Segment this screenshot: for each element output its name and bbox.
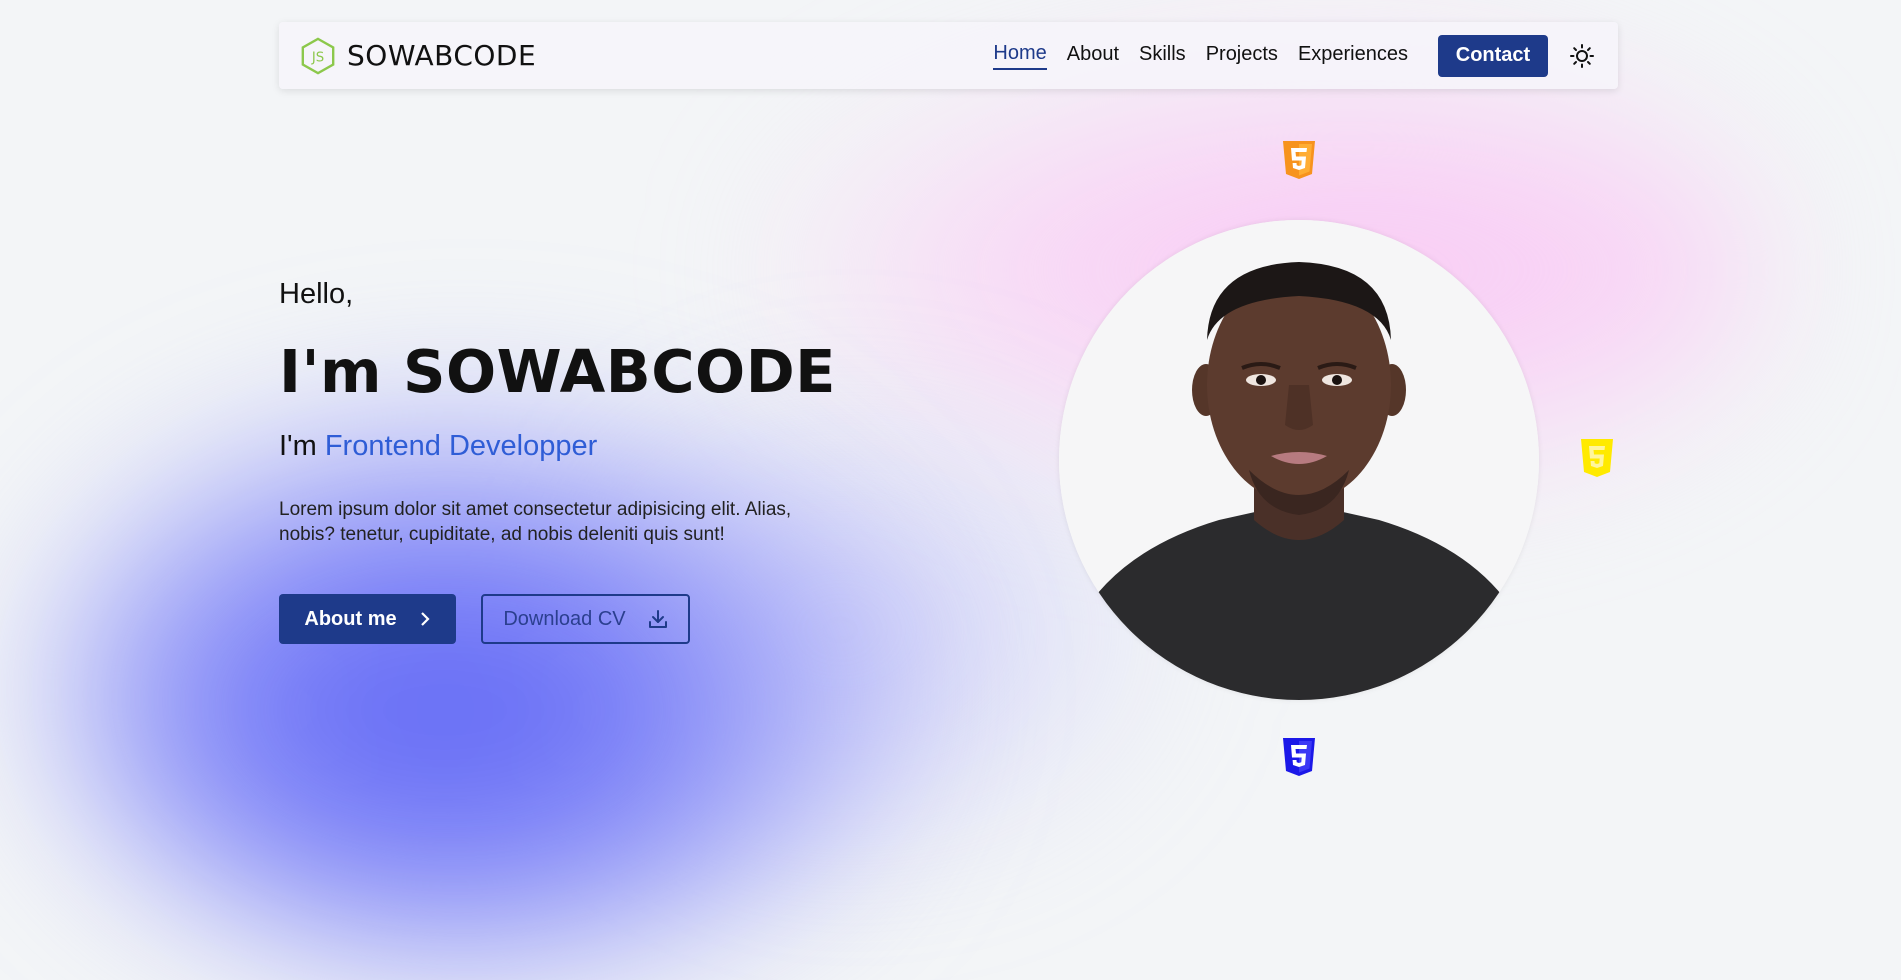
role-title: Frontend Developper xyxy=(324,430,598,462)
sun-icon xyxy=(1570,43,1594,68)
nav-links: Home About Skills Projects Experiences C… xyxy=(993,34,1548,77)
download-icon xyxy=(648,610,667,628)
js-shield-icon xyxy=(1581,439,1613,477)
nav-link-about[interactable]: About xyxy=(1067,43,1119,69)
css3-icon xyxy=(1283,738,1315,776)
role-prefix: I'm xyxy=(279,430,317,462)
nav-link-projects[interactable]: Projects xyxy=(1206,43,1278,69)
background-blue-glow xyxy=(40,380,940,980)
portrait-illustration xyxy=(1059,220,1539,700)
nav-link-experiences[interactable]: Experiences xyxy=(1298,43,1408,69)
profile-portrait xyxy=(1059,220,1539,700)
brand-name: SOWABCODE xyxy=(347,39,537,72)
download-cv-label: Download CV xyxy=(503,607,626,630)
html5-icon xyxy=(1283,141,1315,179)
js-hexagon-icon: JS xyxy=(301,37,335,74)
greeting: Hello, xyxy=(279,278,354,310)
headline: I'm SOWABCODE xyxy=(279,337,836,406)
nav-link-home[interactable]: Home xyxy=(993,42,1047,70)
nav-link-skills[interactable]: Skills xyxy=(1139,43,1186,69)
chevron-right-icon xyxy=(420,612,430,626)
brand[interactable]: JS SOWABCODE xyxy=(299,37,536,75)
hero-description: Lorem ipsum dolor sit amet consectetur a… xyxy=(279,499,792,545)
theme-toggle-button[interactable] xyxy=(1566,40,1598,72)
navbar: JS SOWABCODE Home About Skills Projects … xyxy=(279,22,1618,89)
about-me-button[interactable]: About me xyxy=(279,594,456,644)
download-cv-button[interactable]: Download CV xyxy=(481,594,690,644)
svg-text:JS: JS xyxy=(311,50,324,65)
role-line: I'm Frontend Developper xyxy=(279,430,597,463)
contact-button[interactable]: Contact xyxy=(1438,34,1548,77)
about-me-label: About me xyxy=(304,607,397,630)
